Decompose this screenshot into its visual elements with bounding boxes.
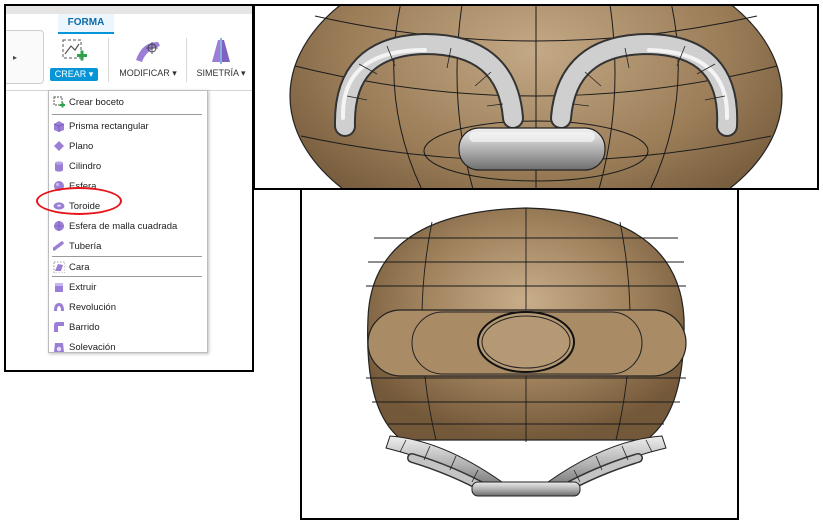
menu-item-label: Prisma rectangular xyxy=(69,120,149,132)
menu-item-tuberia[interactable]: Tubería xyxy=(53,237,101,255)
chevron-left-icon: ▸ xyxy=(13,53,18,62)
menu-item-label: Tubería xyxy=(69,240,102,252)
create-dropdown-menu: Crear boceto Prisma rectangular Plano Ci… xyxy=(48,90,208,353)
menu-item-label: Esfera de malla cuadrada xyxy=(69,220,178,232)
menu-item-label: Crear boceto xyxy=(69,96,124,108)
menu-item-label: Extruir xyxy=(69,281,97,293)
model-top-view-render xyxy=(289,6,783,188)
modify-icon xyxy=(136,42,160,62)
create-sketch-icon xyxy=(62,39,87,61)
menu-divider xyxy=(52,114,202,115)
ui-panel: FORMA ▸ CREAR ▾ MODIFICAR ▾ SIMETRÍA ▾ C… xyxy=(4,4,254,372)
menu-item-plano[interactable]: Plano xyxy=(53,137,93,155)
viewport-front-view[interactable] xyxy=(300,188,739,520)
menu-item-crear-boceto[interactable]: Crear boceto xyxy=(53,93,124,111)
quadball-icon xyxy=(54,221,64,231)
menu-item-barrido[interactable]: Barrido xyxy=(53,318,100,336)
modificar-tool-button[interactable]: MODIFICAR ▾ xyxy=(114,36,182,79)
extrude-icon xyxy=(55,283,63,292)
simetria-tool-button[interactable]: SIMETRÍA ▾ xyxy=(190,36,252,79)
ribbon-toolbar: FORMA ▸ CREAR ▾ MODIFICAR ▾ SIMETRÍA ▾ xyxy=(6,6,252,91)
pipe-icon xyxy=(53,241,64,251)
menu-item-prisma-rectangular[interactable]: Prisma rectangular xyxy=(53,117,149,135)
highlight-circle-annotation xyxy=(36,187,122,215)
face-icon xyxy=(53,261,65,273)
tab-forma[interactable]: FORMA xyxy=(58,14,114,34)
menu-item-label: Cara xyxy=(69,261,90,273)
plane-icon xyxy=(54,141,64,151)
sketch-icon xyxy=(53,96,65,108)
symmetry-icon xyxy=(212,38,230,64)
menu-item-cara[interactable]: Cara xyxy=(53,258,90,276)
menu-divider xyxy=(52,276,202,277)
menu-item-cilindro[interactable]: Cilindro xyxy=(53,157,101,175)
viewport-top-view[interactable] xyxy=(253,4,819,190)
menu-item-label: Solevación xyxy=(69,341,116,353)
crear-tool-button[interactable]: CREAR ▾ xyxy=(46,36,102,81)
model-front-view-render xyxy=(366,207,687,497)
loft-icon xyxy=(54,343,64,352)
menu-item-label: Plano xyxy=(69,140,94,152)
previous-tool-group[interactable]: ▸ xyxy=(6,30,44,84)
cylinder-icon xyxy=(55,161,63,172)
menu-item-extruir[interactable]: Extruir xyxy=(53,278,96,296)
menu-item-solevacion[interactable]: Solevación xyxy=(53,338,115,356)
ribbon-divider xyxy=(186,38,187,82)
box-icon xyxy=(53,121,65,132)
menu-item-label: Revolución xyxy=(69,301,116,313)
modificar-label: MODIFICAR ▾ xyxy=(119,68,177,78)
crear-label: CREAR ▾ xyxy=(49,68,99,81)
simetria-label: SIMETRÍA ▾ xyxy=(196,68,246,78)
ribbon-divider xyxy=(108,38,109,82)
revolve-icon xyxy=(54,303,64,311)
menu-item-revolucion[interactable]: Revolución xyxy=(53,298,116,316)
menu-item-label: Cilindro xyxy=(69,160,102,172)
sweep-icon xyxy=(54,322,64,332)
menu-divider xyxy=(52,256,202,257)
menu-item-esfera-malla-cuadrada[interactable]: Esfera de malla cuadrada xyxy=(53,217,177,235)
ribbon-top-strip xyxy=(6,6,252,14)
menu-item-label: Barrido xyxy=(69,321,100,333)
